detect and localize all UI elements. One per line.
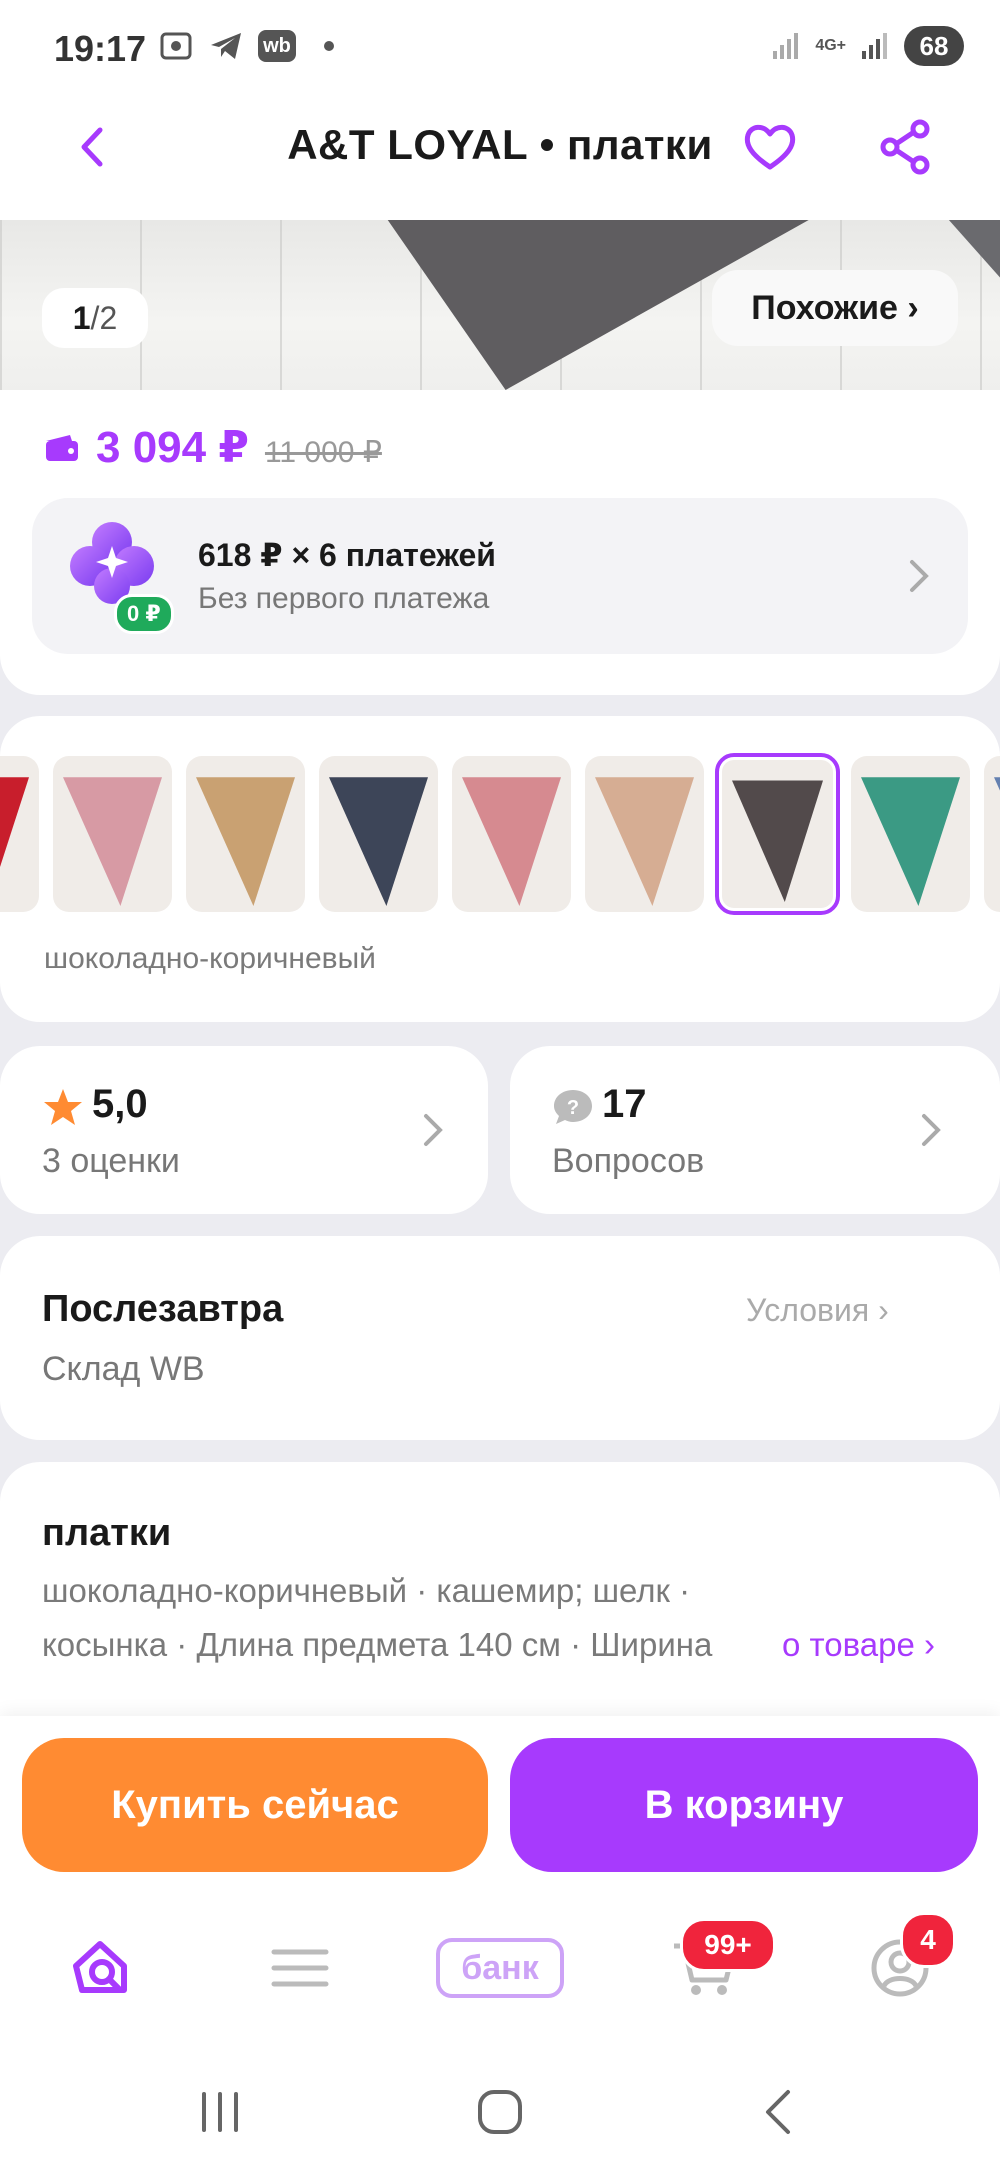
current-price: 3 094 ₽ [96,423,249,472]
questions-label: Вопросов [552,1142,705,1180]
chevron-right-icon [424,1114,443,1146]
buy-now-button[interactable]: Купить сейчас [22,1738,488,1872]
profile-badge: 4 [900,1912,956,1968]
recent-apps-icon[interactable] [190,2082,250,2142]
color-thumbnail[interactable] [53,756,172,912]
color-thumbnail-image [0,777,29,906]
status-system-icons: 4G+ 68 [771,26,964,66]
color-thumbnail[interactable] [851,756,970,912]
color-thumbnail-image [732,780,823,902]
top-app-bar: A&T LOYAL • платки [0,95,1000,220]
old-price: 11 000 ₽ [264,436,382,469]
installment-offer[interactable]: 0 ₽ 618 ₽ × 6 платежей Без первого плате… [32,498,968,654]
color-thumbnail[interactable] [984,756,1000,912]
heart-icon[interactable] [740,117,800,177]
delivery-conditions-link[interactable]: Условия › [746,1292,889,1329]
color-thumbnail[interactable] [0,756,39,912]
rating-value: 5,0 [92,1082,148,1126]
rating-count: 3 оценки [42,1142,180,1180]
signal-icon-2 [862,33,887,59]
color-thumbnail[interactable] [715,753,840,915]
system-navigation-bar [0,2042,1000,2167]
menu-icon[interactable] [260,1928,340,2008]
home-button-icon[interactable] [470,2082,530,2142]
selected-color-name: шоколадно-коричневый [44,942,376,975]
network-type: 4G+ [815,37,846,54]
color-thumbnail-image [63,777,162,906]
status-time: 19:17 [54,28,147,69]
color-thumbnails[interactable] [0,753,1000,915]
color-thumbnail[interactable] [452,756,571,912]
product-attributes-line-2: косынка · Длина предмета 140 см · Ширина [42,1626,713,1663]
action-bar: Купить сейчас В корзину [0,1716,1000,1894]
status-bar: 19:17 wb 4G+ 68 [0,0,1000,95]
color-thumbnail-image [329,777,428,906]
image-counter-current: 1 [72,299,91,336]
product-info-heading: платки [42,1512,172,1554]
color-thumbnail[interactable] [186,756,305,912]
status-notification-icons: wb [158,28,334,64]
bottom-navigation: банк 99+ 4 [0,1894,1000,2042]
cart-badge: 99+ [680,1918,776,1972]
svg-text:?: ? [567,1097,579,1119]
color-thumbnail-image [861,777,960,906]
page-title: A&T LOYAL • платки [287,121,713,168]
price-card: 3 094 ₽ 11 000 ₽ 0 ₽ 618 ₽ × 6 платежей … [0,390,1000,695]
signal-icon [773,33,799,59]
installment-amount: 618 ₽ × 6 платежей [198,537,496,573]
system-back-icon[interactable] [750,2082,810,2142]
image-counter-separator: / [90,299,100,336]
battery-indicator: 68 [904,26,964,66]
rating-card[interactable]: 5,0 3 оценки [0,1046,488,1214]
question-bubble-icon: ? [554,1090,592,1124]
color-thumbnail-image [595,777,694,906]
color-variants: шоколадно-коричневый [0,716,1000,1022]
telegram-icon [211,33,241,59]
questions-card[interactable]: ? 17 Вопросов [510,1046,1000,1214]
image-counter-total: 2 [99,299,118,336]
more-notifications-dot [324,41,334,51]
star-icon [44,1089,82,1125]
color-thumbnail[interactable] [319,756,438,912]
color-thumbnail-image [196,777,295,906]
add-to-cart-button[interactable]: В корзину [510,1738,978,1872]
chevron-right-icon [910,560,929,592]
about-product-link[interactable]: о товаре › [780,1626,935,1664]
wallet-icon [46,434,78,461]
installment-note: Без первого платежа [198,582,490,615]
questions-count: 17 [602,1082,647,1126]
delivery-date: Послезавтра [42,1288,284,1330]
wb-app-icon: wb [258,30,296,62]
similar-button[interactable]: Похожие › [712,270,958,346]
bank-button[interactable]: банк [436,1938,564,1998]
color-thumbnail[interactable] [585,756,704,912]
product-attributes-line-1: шоколадно-коричневый · кашемир; шелк · [42,1572,691,1609]
screenshot-icon [160,32,192,60]
chevron-right-icon [922,1114,941,1146]
color-thumbnail-image [994,777,1000,906]
delivery-warehouse: Склад WB [42,1350,205,1388]
delivery-card: Послезавтра Склад WB Условия › [0,1236,1000,1440]
color-thumbnail-image [462,777,561,906]
price-row: 3 094 ₽ 11 000 ₽ [44,422,382,473]
zero-percent-badge: 0 ₽ [114,594,174,634]
share-icon[interactable] [876,117,936,177]
home-search-icon[interactable] [62,1928,142,2008]
image-counter: 1 / 2 [42,288,148,348]
